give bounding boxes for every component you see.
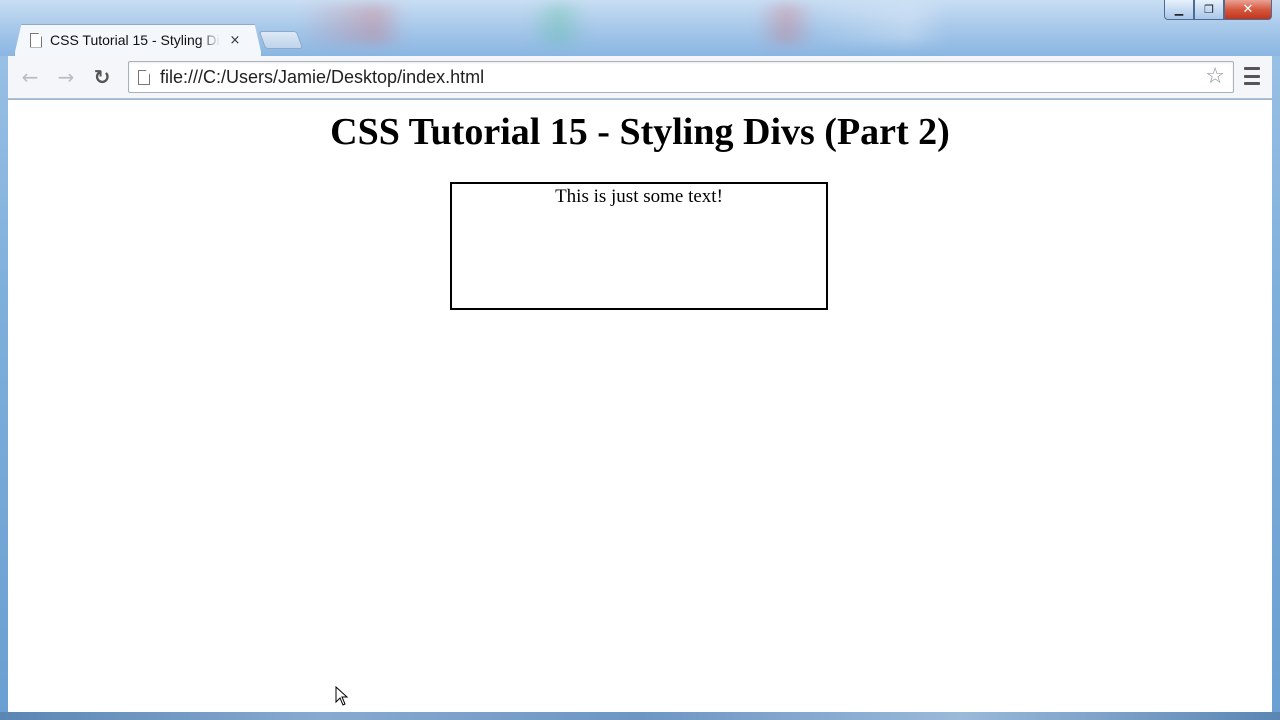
browser-window: ▁ ❐ ✕ CSS Tutorial 15 - Styling Divs (Pa… xyxy=(0,0,1280,720)
mouse-cursor-icon xyxy=(335,686,349,706)
star-icon[interactable]: ☆ xyxy=(1205,64,1225,89)
page-icon xyxy=(138,70,150,85)
url-text[interactable]: file:///C:/Users/Jamie/Desktop/index.htm… xyxy=(160,67,484,88)
div-text: This is just some text! xyxy=(555,186,723,207)
hamburger-menu-icon[interactable] xyxy=(1244,67,1260,85)
background-blur xyxy=(300,4,1060,44)
page-viewport: CSS Tutorial 15 - Styling Divs (Part 2) … xyxy=(8,100,1272,712)
taskbar-edge xyxy=(0,712,1280,720)
back-arrow-icon: ← xyxy=(21,65,39,89)
back-button[interactable]: ← xyxy=(16,64,44,90)
forward-arrow-icon: → xyxy=(57,65,75,89)
reload-icon: ↻ xyxy=(93,65,111,89)
close-tab-icon[interactable]: × xyxy=(228,33,242,48)
styled-div: This is just some text! xyxy=(450,182,828,310)
forward-button[interactable]: → xyxy=(52,64,80,90)
page-title: CSS Tutorial 15 - Styling Divs (Part 2) xyxy=(330,111,950,153)
tab-title: CSS Tutorial 15 - Styling Divs (Part 2) xyxy=(50,32,220,48)
active-tab-content[interactable]: CSS Tutorial 15 - Styling Divs (Part 2) … xyxy=(30,28,250,52)
window-controls: ▁ ❐ ✕ xyxy=(1164,0,1272,20)
maximize-button[interactable]: ❐ xyxy=(1194,0,1224,20)
reload-button[interactable]: ↻ xyxy=(88,64,116,90)
page-icon xyxy=(30,32,42,48)
close-window-button[interactable]: ✕ xyxy=(1224,0,1272,20)
toolbar: ← → ↻ file:///C:/Users/Jamie/Desktop/ind… xyxy=(8,56,1272,99)
address-bar[interactable]: file:///C:/Users/Jamie/Desktop/index.htm… xyxy=(128,61,1234,93)
minimize-button[interactable]: ▁ xyxy=(1164,0,1194,20)
new-tab-button[interactable] xyxy=(258,31,304,49)
